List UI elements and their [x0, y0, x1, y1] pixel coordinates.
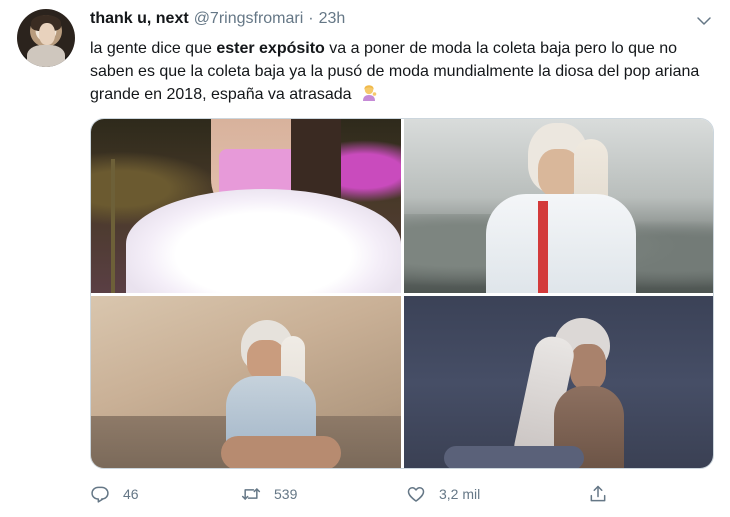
retweet-count: 539 [274, 486, 298, 502]
share-button[interactable] [588, 482, 608, 506]
like-icon [407, 487, 425, 502]
timestamp[interactable]: 23h [319, 10, 346, 28]
woman-tipping-hand-emoji-icon [360, 84, 378, 102]
like-button[interactable]: 3,2 mil [406, 482, 480, 506]
photo-sitting-beige[interactable] [91, 296, 401, 468]
retweet-button[interactable]: 539 [241, 482, 297, 506]
photo-white-puffer-jacket[interactable] [404, 119, 713, 293]
photo-blue-background-ponytail[interactable] [404, 296, 713, 468]
chevron-down-icon[interactable] [695, 12, 713, 30]
user-handle[interactable]: @7ringsfromari [194, 10, 304, 28]
tweet-header: thank u, next @7ringsfromari · 23h [90, 10, 345, 32]
retweet-icon [241, 488, 261, 500]
media-grid [90, 118, 714, 469]
reply-button[interactable]: 46 [90, 482, 139, 506]
photo-concert-white-fur[interactable] [91, 119, 401, 293]
share-icon [590, 485, 606, 502]
tweet-text: la gente dice que ester expósito va a po… [90, 40, 700, 103]
tweet-actions: 46 539 3,2 mil [90, 482, 630, 506]
display-name[interactable]: thank u, next [90, 10, 189, 28]
separator-dot: · [308, 10, 314, 27]
like-count: 3,2 mil [439, 486, 481, 502]
reply-icon [91, 486, 109, 503]
tweet[interactable]: thank u, next @7ringsfromari · 23h la ge… [0, 0, 730, 517]
avatar[interactable] [17, 9, 75, 67]
bold-mention: ester expósito [216, 40, 325, 57]
reply-count: 46 [123, 486, 139, 502]
